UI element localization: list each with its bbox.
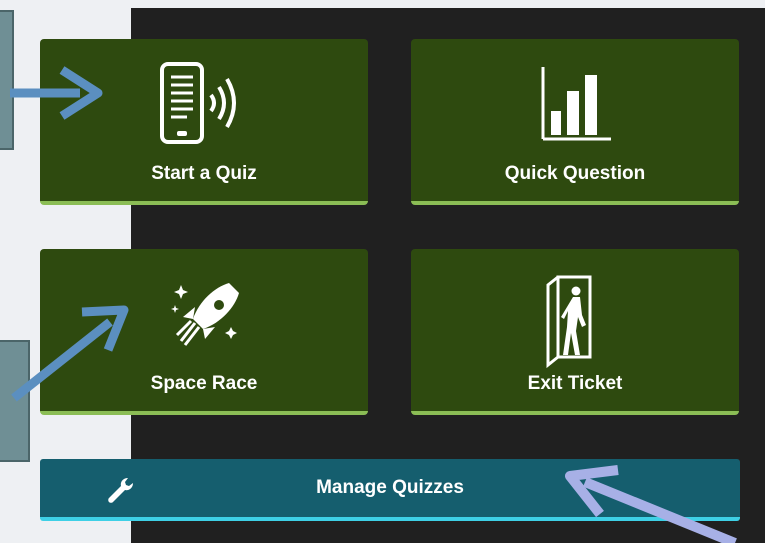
space-race-label: Space Race (150, 373, 258, 394)
start-quiz-tile[interactable]: Start a Quiz (40, 39, 368, 205)
rocket-icon (159, 271, 249, 366)
quick-question-tile[interactable]: Quick Question (411, 39, 739, 205)
space-race-tile[interactable]: Space Race (40, 249, 368, 415)
exit-door-icon (540, 271, 610, 376)
quick-question-label: Quick Question (504, 163, 646, 184)
tablet-broadcast-icon (149, 61, 259, 156)
exit-ticket-label: Exit Ticket (527, 373, 623, 394)
manage-quizzes-button[interactable]: Manage Quizzes (40, 459, 740, 521)
annotation-box-bottom (0, 340, 30, 462)
start-quiz-label: Start a Quiz (151, 163, 257, 184)
exit-ticket-tile[interactable]: Exit Ticket (411, 249, 739, 415)
manage-quizzes-label: Manage Quizzes (316, 477, 464, 498)
bar-chart-icon (535, 61, 615, 156)
annotation-box-top (0, 10, 14, 150)
